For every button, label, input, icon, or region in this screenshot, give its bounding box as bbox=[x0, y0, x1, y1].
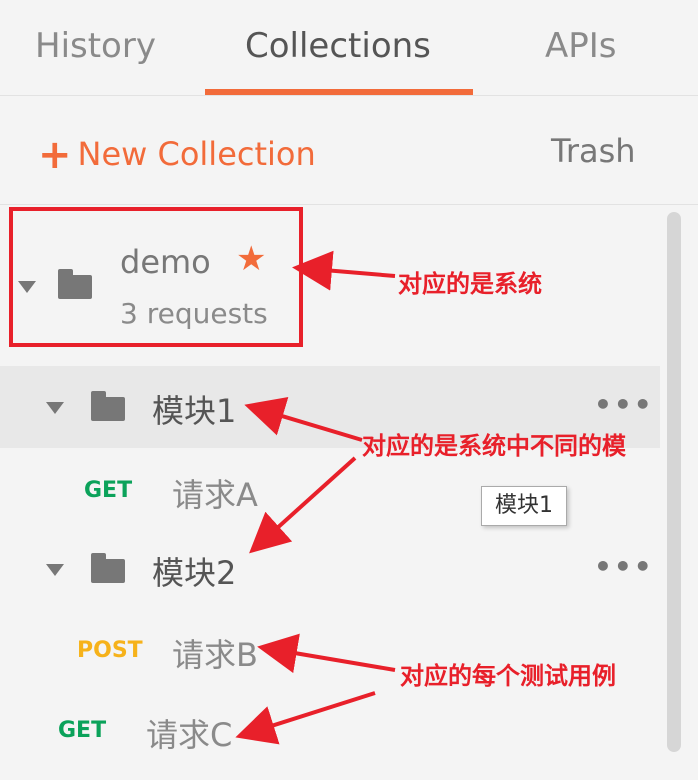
arrow-to-module2 bbox=[249, 456, 357, 554]
arrow-to-request-c bbox=[235, 691, 376, 745]
arrow-to-request-b bbox=[257, 633, 396, 674]
annotation-system: 对应的是系统 bbox=[398, 270, 542, 298]
arrow-to-module1 bbox=[244, 397, 363, 442]
annotation-modules: 对应的是系统中不同的模 bbox=[362, 432, 626, 460]
annotation-cases: 对应的每个测试用例 bbox=[400, 662, 616, 690]
arrow-to-collection bbox=[292, 250, 396, 291]
